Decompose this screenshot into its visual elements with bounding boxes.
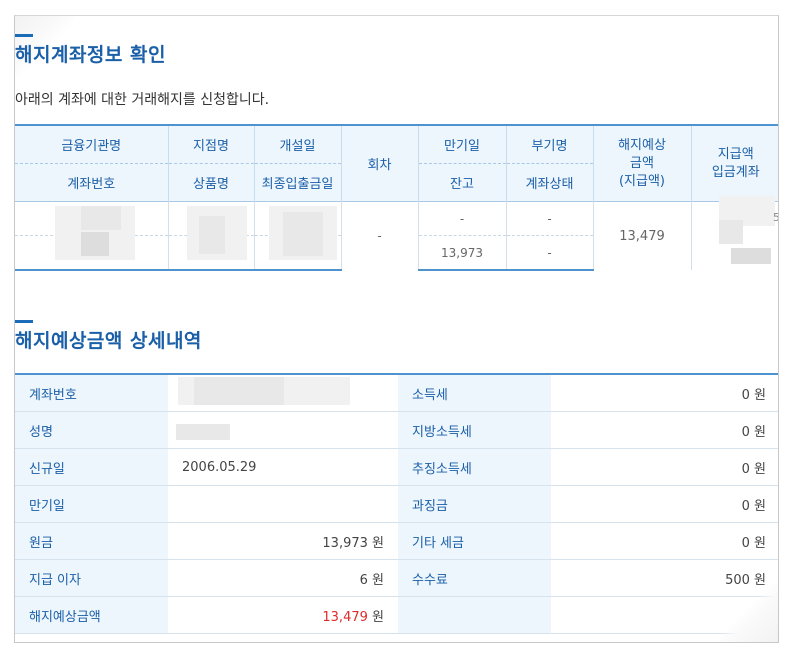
header-last-transaction: 최종입출금일 — [253, 163, 341, 202]
header-open-date: 개설일 — [253, 124, 341, 164]
header-product: 상품명 — [167, 163, 254, 202]
label-penalty: 과징금 — [398, 485, 551, 523]
label-maturity-date: 만기일 — [15, 485, 168, 523]
section-marker — [15, 34, 33, 37]
value-other-tax: 0 원 — [551, 522, 778, 560]
header-branch: 지점명 — [167, 124, 254, 164]
label-other-tax: 기타 세금 — [398, 522, 551, 560]
label-empty — [398, 596, 551, 634]
label-name: 성명 — [15, 411, 168, 449]
value-local-income-tax: 0 원 — [551, 411, 778, 449]
label-principal: 원금 — [15, 522, 168, 560]
value-new-date: 2006.05.29 — [168, 448, 398, 486]
page-curl-decoration — [718, 582, 778, 642]
value-maturity-date — [168, 485, 398, 523]
value-expected-amount: 13,479 원 — [168, 596, 398, 634]
label-additional-tax: 추징소득세 — [398, 448, 551, 486]
label-local-income-tax: 지방소득세 — [398, 411, 551, 449]
cell-bookname: - — [505, 201, 593, 236]
truncated-char: 5 — [773, 211, 778, 224]
value-penalty: 0 원 — [551, 485, 778, 523]
content-frame: 해지계좌정보 확인 아래의 계좌에 대한 거래해지를 신청합니다. 금융기관명 … — [14, 15, 779, 643]
header-account-number: 계좌번호 — [15, 163, 168, 202]
header-account-status: 계좌상태 — [505, 163, 593, 202]
value-principal: 13,973 원 — [168, 522, 398, 560]
header-round: 회차 — [340, 124, 418, 202]
value-name — [168, 411, 398, 449]
section-title-account-info: 해지계좌정보 확인 — [15, 44, 166, 66]
cell-balance: 13,973 — [417, 235, 506, 271]
header-expected-amount-label: 해지예상 금액 — [618, 137, 666, 171]
section-marker — [15, 320, 33, 323]
detail-table: 계좌번호 소득세 0 원 성명 지방소득세 0 원 신규일 2006.05.29 — [15, 373, 778, 634]
header-balance: 잔고 — [417, 163, 506, 202]
cell-round: - — [340, 201, 418, 270]
header-payment: 지급액 입금계좌 — [690, 124, 778, 202]
cell-account-status: - — [505, 235, 593, 271]
label-income-tax: 소득세 — [398, 373, 551, 412]
label-fee: 수수료 — [398, 559, 551, 597]
cell-expected-amount: 13,479 — [592, 201, 691, 270]
header-institution: 금융기관명 — [15, 124, 168, 164]
header-expected-amount: 해지예상 금액 (지급액) — [592, 124, 691, 202]
label-new-date: 신규일 — [15, 448, 168, 486]
section-description: 아래의 계좌에 대한 거래해지를 신청합니다. — [15, 92, 270, 108]
label-interest: 지급 이자 — [15, 559, 168, 597]
value-account-number — [168, 373, 398, 412]
section-title-detail: 해지예상금액 상세내역 — [15, 330, 202, 352]
expected-amount-unit: 원 — [372, 609, 384, 625]
expected-amount-number: 13,479 — [322, 609, 368, 625]
header-deposit-account: 입금계좌 — [711, 164, 760, 180]
header-payment-label: 지급액 — [717, 146, 754, 162]
label-expected-amount: 해지예상금액 — [15, 596, 168, 634]
value-additional-tax: 0 원 — [551, 448, 778, 486]
header-expected-amount-sub: (지급액) — [618, 173, 666, 189]
cell-maturity: - — [417, 201, 506, 236]
header-bookname: 부기명 — [505, 124, 593, 164]
value-interest: 6 원 — [168, 559, 398, 597]
label-account-number: 계좌번호 — [15, 373, 168, 412]
value-income-tax: 0 원 — [551, 373, 778, 412]
header-maturity: 만기일 — [417, 124, 506, 164]
